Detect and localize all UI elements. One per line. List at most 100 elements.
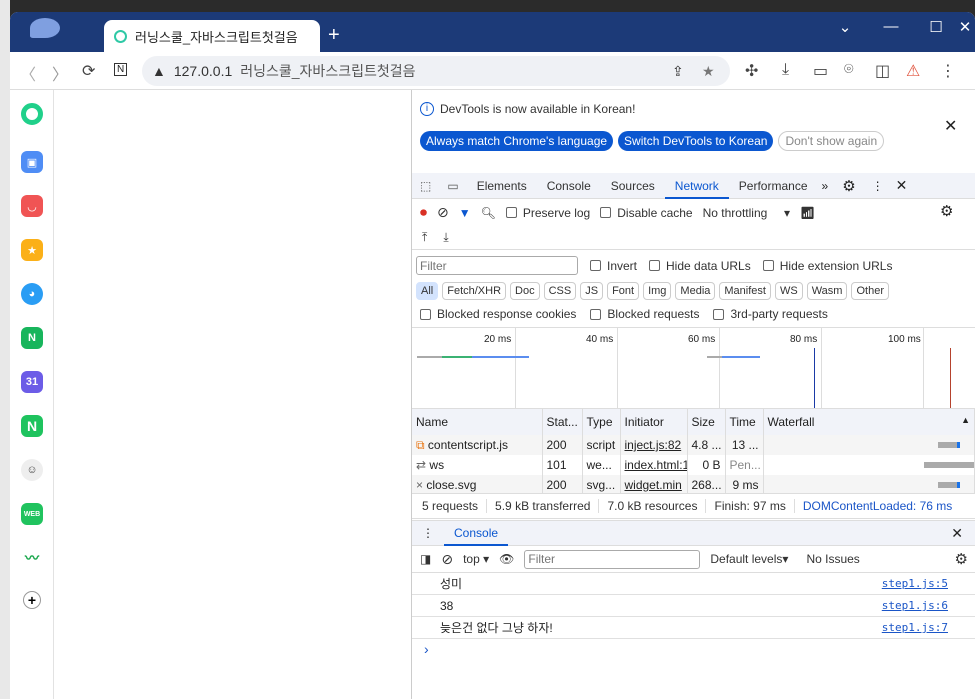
issues-count[interactable]: No Issues xyxy=(806,552,859,566)
type-filter-ws[interactable]: WS xyxy=(774,282,803,300)
context-select[interactable]: top ▾ xyxy=(463,552,489,566)
type-filter-js[interactable]: JS xyxy=(580,282,604,300)
sidebar-naver-icon[interactable]: N xyxy=(21,415,43,437)
type-filter-other[interactable]: Other xyxy=(851,282,889,300)
minimize-button[interactable]: — xyxy=(876,18,906,35)
request-name[interactable]: ⧉ contentscript.js xyxy=(412,435,543,455)
network-overview-timeline[interactable]: 20 ms 40 ms 60 ms 80 ms 100 ms xyxy=(412,327,975,409)
col-time[interactable]: Time xyxy=(725,409,764,435)
request-initiator[interactable]: widget.min xyxy=(620,475,688,493)
clear-icon[interactable]: ⊘ xyxy=(437,204,449,221)
throttling-select[interactable]: No throttling ▾ xyxy=(703,206,790,220)
type-filter-fetchxhr[interactable]: Fetch/XHR xyxy=(442,282,507,300)
col-name[interactable]: Name xyxy=(412,409,543,435)
invert-checkbox[interactable]: Invert xyxy=(590,259,637,273)
sidebar-stock-icon[interactable]: 〰 xyxy=(21,547,43,569)
console-prompt[interactable]: › xyxy=(412,639,975,659)
browser-tab[interactable]: 러닝스쿨_자바스크립트첫걸음 xyxy=(104,20,320,52)
col-status[interactable]: Stat... xyxy=(542,409,583,435)
sidebar-add-icon[interactable]: + xyxy=(23,591,41,609)
tab-console[interactable]: Console xyxy=(537,173,601,199)
log-levels-select[interactable]: Default levels▾ xyxy=(710,552,788,566)
sidebar-toggle-icon[interactable]: ◨ xyxy=(420,552,431,566)
console-source-link[interactable]: step1.js:5 xyxy=(882,577,948,590)
share-icon[interactable]: ⇪ xyxy=(672,63,684,80)
type-filter-all[interactable]: All xyxy=(416,282,439,300)
network-settings-icon[interactable]: ⚙ xyxy=(940,202,953,220)
sidebar-pocket-icon[interactable]: ◡ xyxy=(21,195,43,217)
hide-data-urls-checkbox[interactable]: Hide data URLs xyxy=(649,259,751,273)
split-view-icon[interactable]: ◫ xyxy=(875,61,890,81)
type-filter-font[interactable]: Font xyxy=(607,282,640,300)
close-drawer-icon[interactable]: ✕ xyxy=(939,525,975,542)
console-filter-input[interactable] xyxy=(524,549,701,569)
blocked-cookies-checkbox[interactable]: Blocked response cookies xyxy=(420,307,576,321)
address-bar[interactable]: ▲ 127.0.0.1 러닝스쿨_자바스크립트첫걸음 ⇪ ★ xyxy=(142,56,730,86)
col-initiator[interactable]: Initiator xyxy=(620,409,688,435)
filter-icon[interactable]: ▼ xyxy=(459,206,471,220)
sidebar-papago-icon[interactable]: ◕ xyxy=(21,283,43,305)
maximize-button[interactable]: ☐ xyxy=(921,18,951,36)
forward-icon[interactable]: 〉 xyxy=(52,61,68,85)
sidebar-briefcase-icon[interactable]: ▣ xyxy=(21,151,43,173)
disable-cache-checkbox[interactable]: Disable cache xyxy=(600,206,693,220)
console-settings-icon[interactable]: ⚙ xyxy=(955,550,968,568)
sidebar-star-icon[interactable]: ★ xyxy=(21,239,43,261)
type-filter-img[interactable]: Img xyxy=(643,282,672,300)
record-icon[interactable]: ⏺ xyxy=(420,204,427,221)
video-icon[interactable]: ▭ xyxy=(813,61,828,81)
settings-icon[interactable]: ⚙ xyxy=(832,177,865,195)
console-source-link[interactable]: step1.js:7 xyxy=(882,621,948,634)
download-icon[interactable]: ⤓ xyxy=(782,61,789,79)
back-icon[interactable]: 〈 xyxy=(20,61,36,85)
search-icon[interactable]: 🔍︎ xyxy=(481,206,496,220)
tab-search-chevron-icon[interactable]: ⌄ xyxy=(830,18,860,36)
sidebar-calendar-icon[interactable]: 31 xyxy=(21,371,43,393)
third-party-checkbox[interactable]: 3rd-party requests xyxy=(713,307,828,321)
close-devtools-icon[interactable]: ✕ xyxy=(890,177,914,194)
live-expression-eye-icon[interactable]: 👁︎ xyxy=(499,552,514,566)
col-size[interactable]: Size xyxy=(687,409,726,435)
import-har-icon[interactable]: ⤒ xyxy=(422,230,427,245)
table-row[interactable]: ⇄ ws 101 we... index.html:1 0 B Pen... xyxy=(412,455,975,475)
menu-icon[interactable]: ⋮ xyxy=(940,61,956,81)
alert-icon[interactable]: ⚠ xyxy=(906,61,920,81)
more-options-icon[interactable]: ⋮ xyxy=(866,179,890,193)
close-window-button[interactable]: ✕ xyxy=(950,18,975,36)
console-source-link[interactable]: step1.js:6 xyxy=(882,599,948,612)
request-initiator[interactable]: index.html:1 xyxy=(620,455,688,475)
console-clear-icon[interactable]: ⊘ xyxy=(441,551,453,568)
more-tabs-icon[interactable]: » xyxy=(818,179,833,193)
type-filter-manifest[interactable]: Manifest xyxy=(719,282,771,300)
type-filter-media[interactable]: Media xyxy=(675,282,716,300)
sidebar-character-icon[interactable]: ☺ xyxy=(21,459,43,481)
col-waterfall[interactable]: Waterfall ▲ xyxy=(763,409,975,435)
naver-n-icon[interactable]: N xyxy=(114,63,128,76)
sidebar-webtoon-icon[interactable]: WEB xyxy=(21,503,43,525)
extensions-icon[interactable]: ✣ xyxy=(745,61,758,81)
hide-extension-urls-checkbox[interactable]: Hide extension URLs xyxy=(762,259,892,273)
request-name[interactable]: × close.svg xyxy=(412,475,543,493)
reload-icon[interactable]: ⟳ xyxy=(82,61,95,81)
tab-elements[interactable]: Elements xyxy=(467,173,537,199)
network-filter-input[interactable] xyxy=(416,256,578,275)
drawer-tab-console[interactable]: Console xyxy=(444,520,509,546)
table-row[interactable]: × close.svg 200 svg... widget.min 268... 9 ms xyxy=(412,475,975,493)
tab-performance[interactable]: Performance xyxy=(729,173,818,199)
drawer-menu-icon[interactable]: ⋮ xyxy=(412,526,444,540)
request-name[interactable]: ⇄ ws xyxy=(412,455,543,475)
sidebar-mail-icon[interactable]: N xyxy=(21,327,43,349)
request-initiator[interactable]: inject.js:82 xyxy=(620,435,688,455)
type-filter-doc[interactable]: Doc xyxy=(510,282,540,300)
export-har-icon[interactable]: ⤓ xyxy=(443,230,448,245)
always-match-language-button[interactable]: Always match Chrome's language xyxy=(420,131,614,151)
sidebar-whale-icon[interactable] xyxy=(21,103,43,125)
network-conditions-icon[interactable]: 📶︎ xyxy=(800,206,815,220)
table-row[interactable]: ⧉ contentscript.js 200 script inject.js:82 4… xyxy=(412,435,975,455)
type-filter-wasm[interactable]: Wasm xyxy=(806,282,848,300)
dont-show-again-button[interactable]: Don't show again xyxy=(778,131,885,151)
preserve-log-checkbox[interactable]: Preserve log xyxy=(505,206,590,220)
type-filter-css[interactable]: CSS xyxy=(543,282,577,300)
bookmark-star-icon[interactable]: ★ xyxy=(702,63,715,80)
switch-to-korean-button[interactable]: Switch DevTools to Korean xyxy=(618,131,774,151)
